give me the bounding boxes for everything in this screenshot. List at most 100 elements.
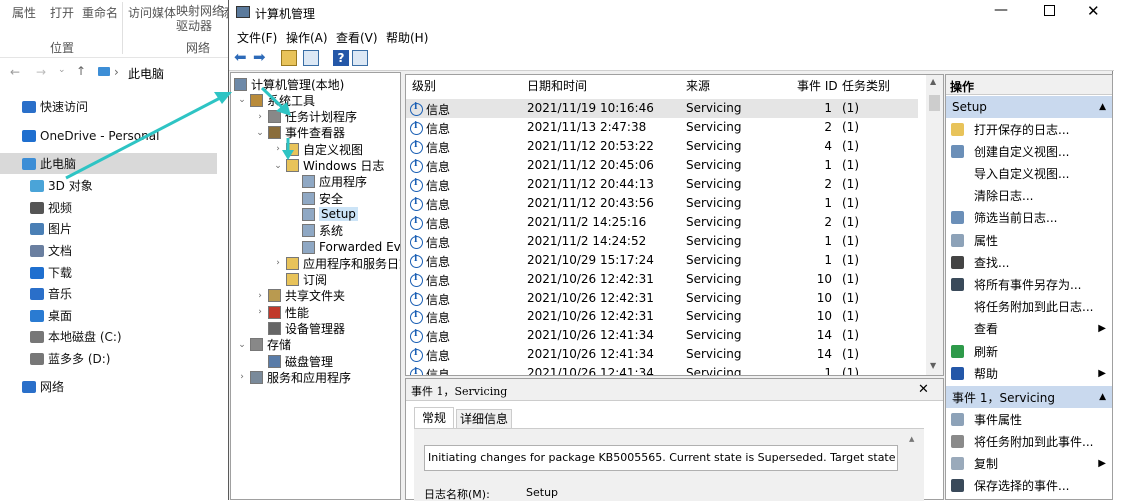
action-item[interactable]: 属性	[946, 229, 1112, 251]
nav-item[interactable]: 视频	[0, 197, 217, 218]
nav-item[interactable]: 文档	[0, 240, 217, 261]
table-row[interactable]: 信息 2021/10/26 12:41:34 Servicing 1 (1)	[406, 364, 918, 375]
tree-node[interactable]: › 任务计划程序	[255, 109, 357, 125]
table-row[interactable]: 信息 2021/10/26 12:42:31 Servicing 10 (1)	[406, 270, 918, 289]
chevron-down-icon[interactable]: ⌄	[237, 95, 247, 105]
nav-item[interactable]: 蓝多多 (D:)	[0, 348, 217, 369]
scroll-down-icon[interactable]: ▼	[930, 361, 936, 370]
tab-details[interactable]: 详细信息	[456, 409, 512, 429]
nav-item[interactable]: 快速访问	[0, 96, 217, 117]
actions-section-setup[interactable]: Setup ▲	[946, 96, 1112, 118]
event-message[interactable]: Initiating changes for package KB5005565…	[428, 451, 896, 464]
chevron-right-icon[interactable]: ›	[237, 372, 247, 382]
nav-item[interactable]: 桌面	[0, 305, 217, 326]
nav-item[interactable]: 3D 对象	[0, 175, 217, 196]
table-row[interactable]: 信息 2021/10/26 12:41:34 Servicing 14 (1)	[406, 326, 918, 345]
action-item[interactable]: 打开保存的日志...	[946, 118, 1112, 140]
table-row[interactable]: 信息 2021/11/12 20:53:22 Servicing 4 (1)	[406, 137, 918, 156]
nav-item[interactable]: 网络	[0, 376, 217, 397]
table-row[interactable]: 信息 2021/10/29 15:17:24 Servicing 1 (1)	[406, 251, 918, 270]
chevron-down-icon[interactable]: ⌄	[273, 161, 283, 171]
action-item[interactable]: 刷新	[946, 340, 1112, 362]
table-row[interactable]: 信息 2021/11/13 2:47:38 Servicing 2 (1)	[406, 118, 918, 137]
collapse-icon[interactable]: ▲	[1099, 392, 1106, 402]
col-level[interactable]: 级别	[412, 75, 436, 97]
tree-node[interactable]: 安全	[289, 190, 343, 206]
forward-arrow-icon[interactable]: →	[36, 65, 46, 79]
col-task-category[interactable]: 任务类别	[842, 75, 890, 97]
menu-help[interactable]: 帮助(H)	[386, 29, 428, 46]
chevron-right-icon[interactable]: ›	[255, 307, 265, 317]
nav-item[interactable]: 图片	[0, 218, 217, 239]
tree-node[interactable]: 设备管理器	[255, 321, 345, 337]
forward-icon[interactable]: ➡	[253, 48, 269, 66]
scroll-up-icon[interactable]: ▲	[930, 77, 936, 86]
ribbon-properties[interactable]: 属性	[12, 4, 36, 21]
ribbon-open[interactable]: 打开	[50, 4, 74, 21]
tree-node[interactable]: 订阅	[273, 272, 327, 288]
col-event-id[interactable]: 事件 ID	[797, 75, 838, 97]
tree-node[interactable]: ⌄ 存储	[237, 337, 291, 353]
nav-item[interactable]: 音乐	[0, 283, 217, 304]
action-item[interactable]: 筛选当前日志...	[946, 207, 1112, 229]
tree-node[interactable]: › 服务和应用程序	[237, 369, 351, 385]
chevron-down-icon[interactable]: ⌄	[255, 128, 265, 138]
back-arrow-icon[interactable]: ←	[10, 65, 20, 79]
folder-up-icon[interactable]	[281, 50, 297, 66]
show-action-pane-icon[interactable]	[352, 50, 368, 66]
minimize-button[interactable]: —	[994, 2, 1008, 18]
tree-node[interactable]: › 自定义视图	[273, 141, 363, 157]
action-item[interactable]: 将任务附加到此日志...	[946, 296, 1112, 318]
actions-section-event[interactable]: 事件 1，Servicing ▲	[946, 386, 1112, 408]
table-row[interactable]: 信息 2021/11/2 14:24:52 Servicing 1 (1)	[406, 232, 918, 251]
show-tree-icon[interactable]	[303, 50, 319, 66]
up-arrow-icon[interactable]: ↑	[76, 64, 86, 78]
col-datetime[interactable]: 日期和时间	[527, 75, 587, 97]
tree-node[interactable]: Forwarded Even	[289, 239, 400, 255]
action-item[interactable]: 创建自定义视图...	[946, 140, 1112, 162]
nav-item[interactable]: 本地磁盘 (C:)	[0, 326, 217, 347]
tree-node[interactable]: › 性能	[255, 304, 309, 320]
action-item[interactable]: 查找...	[946, 251, 1112, 273]
close-detail-icon[interactable]: ✕	[918, 382, 929, 397]
table-row[interactable]: 信息 2021/10/26 12:42:31 Servicing 10 (1)	[406, 289, 918, 308]
tree-node[interactable]: › 应用程序和服务日志	[273, 255, 400, 271]
table-row[interactable]: 信息 2021/10/26 12:41:34 Servicing 14 (1)	[406, 345, 918, 364]
chevron-right-icon[interactable]: ›	[255, 291, 265, 301]
tree-node[interactable]: 计算机管理(本地)	[234, 76, 344, 92]
nav-item[interactable]: 此电脑	[0, 153, 217, 174]
tree-node[interactable]: ⌄ Windows 日志	[273, 158, 384, 174]
action-item[interactable]: 清除日志...	[946, 185, 1112, 207]
table-row[interactable]: 信息 2021/11/12 20:45:06 Servicing 1 (1)	[406, 156, 918, 175]
table-row[interactable]: 信息 2021/10/26 12:42:31 Servicing 10 (1)	[406, 307, 918, 326]
scroll-up-icon[interactable]: ▲	[909, 435, 914, 443]
action-item[interactable]: 帮助 ▶	[946, 362, 1112, 384]
help-icon[interactable]: ?	[333, 50, 349, 66]
table-row[interactable]: 信息 2021/11/12 20:43:56 Servicing 1 (1)	[406, 194, 918, 213]
maximize-button[interactable]	[1044, 5, 1055, 16]
tree-node[interactable]: ⌄ 事件查看器	[255, 125, 345, 141]
ribbon-map-drive[interactable]: 映射网络 驱动器	[176, 4, 224, 34]
action-item[interactable]: 将任务附加到此事件...	[946, 430, 1112, 452]
tree-node[interactable]: 系统	[289, 223, 343, 239]
tree-node[interactable]: Setup	[289, 206, 358, 222]
menu-view[interactable]: 查看(V)	[336, 29, 378, 46]
chevron-right-icon[interactable]: ›	[273, 258, 283, 268]
address-bar[interactable]: ← → ⌄ ↑ › 此电脑	[0, 58, 230, 88]
action-item[interactable]: 导入自定义视图...	[946, 162, 1112, 184]
list-scrollbar[interactable]: ▲ ▼	[926, 75, 943, 375]
table-row[interactable]: 信息 2021/11/2 14:25:16 Servicing 2 (1)	[406, 213, 918, 232]
tree-node[interactable]: 应用程序	[289, 174, 367, 190]
action-item[interactable]: 将所有事件另存为...	[946, 273, 1112, 295]
chevron-right-icon[interactable]: ›	[255, 112, 265, 122]
nav-item[interactable]: OneDrive - Personal	[0, 125, 217, 146]
menu-action[interactable]: 操作(A)	[286, 29, 328, 46]
tree-node[interactable]: ⌄ 系统工具	[237, 92, 315, 108]
chevron-down-icon[interactable]: ⌄	[58, 65, 66, 75]
action-item[interactable]: 复制 ▶	[946, 452, 1112, 474]
ribbon-rename[interactable]: 重命名	[82, 4, 118, 21]
close-button[interactable]: ✕	[1087, 2, 1100, 20]
tree-node[interactable]: › 共享文件夹	[255, 288, 345, 304]
col-source[interactable]: 来源	[686, 75, 710, 97]
scroll-thumb[interactable]	[929, 95, 940, 111]
